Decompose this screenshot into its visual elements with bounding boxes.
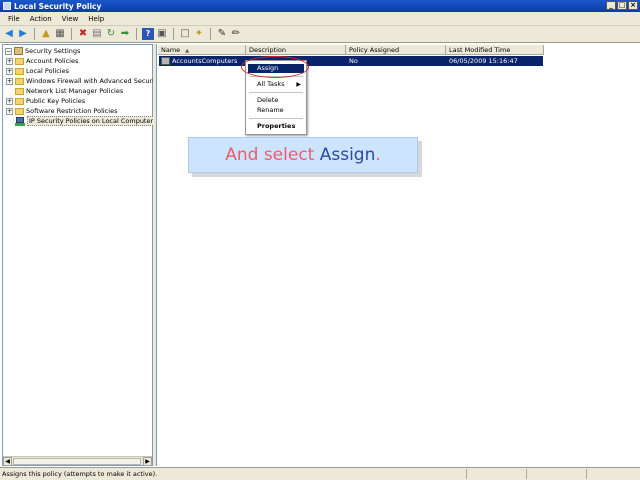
column-header-description[interactable]: Description: [246, 45, 346, 55]
column-header-name[interactable]: Name ▲: [158, 45, 246, 55]
tree-item-windows-firewall[interactable]: + Windows Firewall with Advanced Securit…: [6, 76, 160, 86]
tree-item-label: Security Settings: [25, 47, 81, 55]
delete-icon[interactable]: ✖: [77, 28, 89, 40]
folder-icon: [15, 57, 24, 65]
status-panel: [526, 469, 586, 479]
title-bar: Local Security Policy _ □ ×: [0, 0, 640, 12]
tree-item-label: Software Restriction Policies: [26, 107, 118, 115]
menu-help[interactable]: Help: [83, 15, 109, 23]
menu-item-all-tasks[interactable]: All Tasks ▶: [248, 80, 304, 89]
menu-action[interactable]: Action: [25, 15, 57, 23]
expand-icon[interactable]: +: [6, 97, 13, 105]
scroll-right-icon[interactable]: ▶: [143, 457, 152, 466]
menu-separator: [249, 76, 303, 77]
menu-separator: [249, 92, 303, 93]
assign-icon[interactable]: ✎: [216, 28, 228, 40]
expand-icon[interactable]: +: [6, 67, 13, 75]
submenu-arrow-icon: ▶: [296, 81, 301, 88]
folder-icon: [15, 77, 24, 85]
menu-bar: File Action View Help: [0, 12, 640, 26]
collapse-icon[interactable]: −: [5, 47, 12, 55]
tree-item-label: Account Policies: [26, 57, 79, 65]
cell-name: AccountsComputers: [172, 57, 238, 65]
export-icon[interactable]: ➡: [119, 28, 131, 40]
menu-separator: [249, 118, 303, 119]
menu-item-assign[interactable]: Assign: [248, 64, 304, 73]
sort-ascending-icon: ▲: [185, 48, 190, 54]
status-bar: Assigns this policy (attempts to make it…: [0, 467, 640, 480]
callout-text: And select: [225, 145, 320, 165]
close-button[interactable]: ×: [628, 1, 638, 10]
callout-period: .: [375, 145, 381, 165]
refresh-icon[interactable]: ↻: [105, 28, 117, 40]
callout-keyword: Assign: [319, 145, 376, 165]
up-folder-icon[interactable]: ▲: [40, 28, 52, 40]
toolbar-separator: [136, 28, 137, 40]
toolbar: ◀ ▶ ▲ ▦ ✖ ▤ ↻ ➡ ? ▣ □ ✦ ✎ ✏: [0, 26, 640, 43]
toolbar-separator: [210, 28, 211, 40]
app-icon: [3, 2, 11, 10]
table-row[interactable]: AccountsComputers No 06/05/2009 15:16:47: [159, 56, 543, 66]
new-policy-icon[interactable]: □: [179, 28, 191, 40]
tree-item-label: IP Security Policies on Local Computer: [27, 116, 156, 126]
window-controls: _ □ ×: [606, 1, 638, 10]
scroll-left-icon[interactable]: ◀: [3, 457, 12, 466]
expand-icon[interactable]: +: [6, 77, 13, 85]
show-tree-icon[interactable]: ▦: [54, 28, 66, 40]
menu-item-rename[interactable]: Rename: [248, 106, 304, 115]
column-header-policy-assigned[interactable]: Policy Assigned: [346, 45, 446, 55]
tree-item-label: Local Policies: [26, 67, 69, 75]
context-menu: Assign All Tasks ▶ Delete Rename Propert…: [245, 60, 307, 135]
policy-list-view: Name ▲ Description Policy Assigned Last M…: [156, 44, 639, 466]
scrollbar-thumb[interactable]: [13, 458, 141, 465]
menu-item-properties[interactable]: Properties: [248, 122, 304, 131]
tree-horizontal-scrollbar[interactable]: ◀ ▶: [3, 456, 152, 466]
menu-view[interactable]: View: [57, 15, 84, 23]
tree-item-network-list-manager[interactable]: Network List Manager Policies: [6, 86, 123, 96]
tree-item-local-policies[interactable]: + Local Policies: [6, 66, 69, 76]
unassign-icon[interactable]: ✏: [230, 28, 242, 40]
instruction-callout: And select Assign .: [188, 137, 418, 173]
folder-icon: [15, 87, 24, 95]
forward-icon[interactable]: ▶: [17, 28, 29, 40]
cell-last-modified: 06/05/2009 15:16:47: [449, 57, 518, 65]
tree-item-account-policies[interactable]: + Account Policies: [6, 56, 78, 66]
toolbar-separator: [71, 28, 72, 40]
folder-icon: [15, 67, 24, 75]
tree-item-software-restriction[interactable]: + Software Restriction Policies: [6, 106, 118, 116]
folder-icon: [15, 97, 24, 105]
tree-item-public-key-policies[interactable]: + Public Key Policies: [6, 96, 85, 106]
window-title: Local Security Policy: [14, 1, 102, 11]
policy-icon: [161, 57, 170, 65]
tree-item-security-settings[interactable]: − Security Settings: [5, 46, 80, 56]
tree-item-label: Public Key Policies: [26, 97, 86, 105]
status-text: Assigns this policy (attempts to make it…: [2, 470, 158, 478]
folder-icon: [15, 107, 24, 115]
toolbar-separator: [34, 28, 35, 40]
back-icon[interactable]: ◀: [3, 28, 15, 40]
ip-security-icon: [15, 116, 25, 126]
expand-icon[interactable]: +: [6, 57, 13, 65]
tree-item-label: Windows Firewall with Advanced Security: [26, 77, 161, 85]
tree-item-ip-security-policies[interactable]: IP Security Policies on Local Computer: [15, 116, 156, 126]
security-settings-icon: [14, 47, 23, 55]
wizard-icon[interactable]: ✦: [193, 28, 205, 40]
properties-icon[interactable]: ▤: [91, 28, 103, 40]
menu-item-delete[interactable]: Delete: [248, 96, 304, 105]
tree-item-label: Network List Manager Policies: [26, 87, 124, 95]
help-icon[interactable]: ?: [142, 28, 154, 40]
cell-policy-assigned: No: [349, 57, 358, 65]
column-header-last-modified[interactable]: Last Modified Time: [446, 45, 544, 55]
console-icon[interactable]: ▣: [156, 28, 168, 40]
minimize-button[interactable]: _: [606, 1, 616, 10]
status-panel: [466, 469, 526, 479]
status-panel: [586, 469, 640, 479]
tree-pane: − Security Settings + Account Policies +…: [2, 44, 160, 466]
expand-icon[interactable]: +: [6, 107, 13, 115]
toolbar-separator: [173, 28, 174, 40]
menu-file[interactable]: File: [3, 15, 25, 23]
restore-button[interactable]: □: [617, 1, 627, 10]
